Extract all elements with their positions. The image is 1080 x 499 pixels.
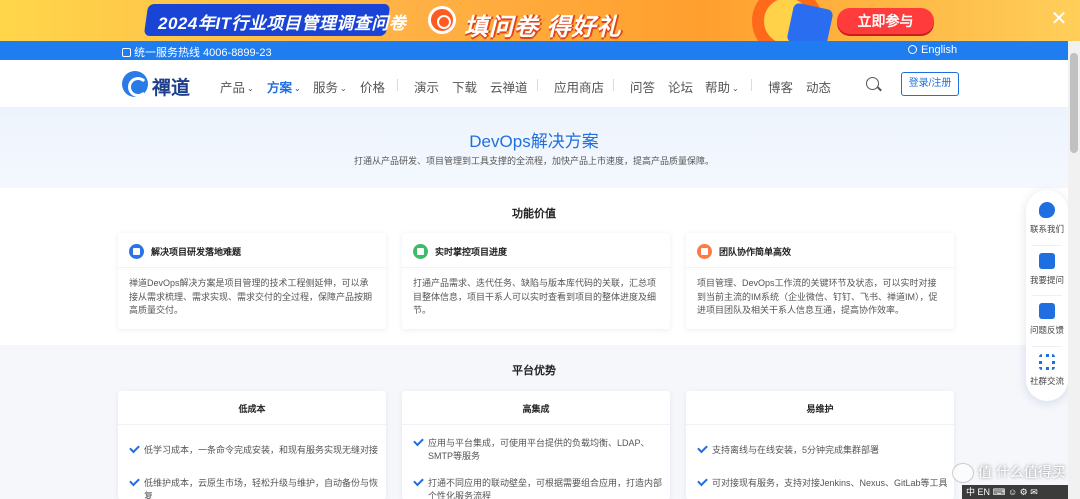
login-register-button[interactable]: 登录/注册 — [901, 72, 959, 96]
advantage-card-title: 低成本 — [238, 404, 266, 414]
service-hotline: 统一服务热线 4006-8899-23 — [122, 44, 272, 60]
team-icon — [697, 244, 712, 259]
ad-banner[interactable]: 2024年IT行业项目管理调查问卷 填问卷 得好礼 立即参与 ✕ — [0, 0, 1080, 41]
hotline-text: 统一服务热线 4006-8899-23 — [134, 47, 272, 59]
float-item-contact[interactable]: 联系我们 — [1026, 194, 1068, 244]
phone-icon — [1039, 202, 1055, 218]
nav-divider — [613, 79, 614, 91]
nav-item-qa[interactable]: 问答 — [630, 77, 655, 96]
divider — [686, 267, 954, 268]
nav-item-forum[interactable]: 论坛 — [668, 77, 693, 96]
watermark-badge-icon — [952, 463, 974, 484]
ime-toolbar: 中 EN ⌨ ☺ ⚙ ✉ — [962, 485, 1068, 499]
advantage-card-title: 易维护 — [806, 404, 834, 414]
logo-mark-icon — [122, 71, 148, 97]
divider — [402, 424, 670, 425]
page-title: DevOps解决方案 — [469, 132, 599, 151]
value-card-title: 解决项目研发落地难题 — [151, 247, 242, 257]
ad-join-button[interactable]: 立即参与 — [837, 8, 934, 34]
check-icon — [129, 475, 140, 487]
main-nav: 禪道 产品 ⌄ 方案 ⌄ 服务 ⌄ 价格 演示 下载 云禅道 应用商店 问答 论坛 帮… — [0, 60, 1068, 108]
close-icon[interactable]: ✕ — [1049, 8, 1069, 30]
top-info-bar: 统一服务热线 4006-8899-23 English — [0, 41, 1068, 60]
value-card: 实时掌控项目进度 打通产品需求、迭代任务、缺陷与版本库代码的关联，汇总项目整体信… — [402, 233, 670, 329]
advantage-item: 可对接现有服务，支持对接Jenkins、Nexus、GitLab等工具 — [697, 475, 948, 490]
ad-title: 2024年IT行业项目管理调查问卷 — [158, 14, 407, 33]
value-card-title: 团队协作简单高效 — [719, 247, 792, 257]
advantage-item: 支持离线与在线安装，5分钟完成集群部署 — [697, 442, 948, 457]
grid-icon — [129, 244, 144, 259]
floating-contact-bar: 联系我们 我要提问 问题反馈 社群交流 — [1026, 190, 1068, 401]
nav-divider — [751, 79, 752, 91]
check-icon — [413, 435, 424, 447]
chevron-down-icon: ⌄ — [247, 84, 254, 93]
nav-item-demo[interactable]: 演示 — [414, 77, 439, 96]
value-card-title: 实时掌控项目进度 — [435, 247, 508, 257]
advantage-card-title: 高集成 — [522, 404, 550, 414]
advantage-item: 应用与平台集成，可使用平台提供的负载均衡、LDAP、SMTP等服务 — [413, 435, 664, 463]
ad-slogan: 填问卷 得好礼 — [464, 14, 622, 41]
nav-divider — [537, 79, 538, 91]
logo-text: 禪道 — [152, 78, 191, 99]
edit-icon — [1039, 253, 1055, 269]
nav-item-service[interactable]: 服务 ⌄ — [313, 77, 347, 96]
nav-item-solution[interactable]: 方案 ⌄ — [267, 77, 301, 96]
watermark: 值 什么值得买 — [952, 462, 1066, 486]
divider — [118, 267, 386, 268]
language-switch[interactable]: English — [908, 44, 957, 56]
chevron-down-icon: ⌄ — [340, 84, 347, 93]
float-item-ask[interactable]: 我要提问 — [1026, 245, 1068, 295]
site-logo[interactable]: 禪道 — [122, 70, 200, 99]
advantage-item: 打通不同应用的联动壁垒，可根据需要组合应用，打造内部个性化服务流程 — [413, 475, 664, 499]
chevron-down-icon: ⌄ — [732, 84, 739, 93]
nav-item-blog[interactable]: 博客 — [768, 77, 793, 96]
progress-icon — [413, 244, 428, 259]
float-item-community[interactable]: 社群交流 — [1026, 346, 1068, 396]
globe-icon — [908, 45, 917, 54]
value-card-header: 实时掌控项目进度 — [413, 244, 507, 260]
check-icon — [697, 475, 708, 487]
section-title-advantage: 平台优势 — [512, 365, 556, 377]
advantage-card: 低成本 低学习成本，一条命令完成安装，和现有服务实现无缝对接 低维护成本，云原生… — [118, 391, 386, 499]
nav-item-product[interactable]: 产品 ⌄ — [220, 77, 254, 96]
divider — [118, 424, 386, 425]
page-subtitle: 打通从产品研发、项目管理到工具支撑的全流程，加快产品上市速度，提高产品质量保障。 — [353, 156, 714, 166]
qrcode-icon — [1039, 354, 1055, 370]
check-icon — [129, 442, 140, 454]
nav-item-app-store[interactable]: 应用商店 — [554, 77, 604, 96]
value-card-body: 项目管理、DevOps工作流的关键环节及状态，可以实时对接到当前主流的IM系统（… — [697, 278, 938, 315]
check-icon — [697, 442, 708, 454]
value-card: 解决项目研发落地难题 禅道DevOps解决方案是项目管理的技术工程侧延伸，可以承… — [118, 233, 386, 329]
value-card-header: 解决项目研发落地难题 — [129, 244, 241, 260]
value-card-body: 打通产品需求、迭代任务、缺陷与版本库代码的关联，汇总项目整体信息，项目干系人可以… — [413, 278, 657, 315]
language-label[interactable]: English — [921, 44, 957, 56]
section-title-value: 功能价值 — [512, 208, 556, 220]
survey-logo-icon — [428, 6, 456, 34]
hero-banner: DevOps解决方案 打通从产品研发、项目管理到工具支撑的全流程，加快产品上市速… — [0, 108, 1068, 188]
value-card-body: 禅道DevOps解决方案是项目管理的技术工程侧延伸，可以承接从需求梳理、需求实现… — [129, 278, 373, 315]
nav-item-news[interactable]: 动态 — [806, 77, 831, 96]
chevron-down-icon: ⌄ — [294, 84, 301, 93]
advantage-card: 高集成 应用与平台集成，可使用平台提供的负载均衡、LDAP、SMTP等服务 打通… — [402, 391, 670, 499]
value-card: 团队协作简单高效 项目管理、DevOps工作流的关键环节及状态，可以实时对接到当… — [686, 233, 954, 329]
page-scrollbar[interactable] — [1068, 41, 1080, 499]
search-icon[interactable] — [866, 77, 879, 90]
float-item-feedback[interactable]: 问题反馈 — [1026, 295, 1068, 345]
nav-item-cloud[interactable]: 云禅道 — [490, 77, 528, 96]
ad-decoration-block — [786, 2, 834, 41]
divider — [402, 267, 670, 268]
scrollbar-thumb[interactable] — [1070, 53, 1078, 153]
nav-item-help[interactable]: 帮助 ⌄ — [705, 77, 739, 96]
advantage-item: 低维护成本，云原生市场，轻松升级与维护，自动备份与恢复 — [129, 475, 380, 499]
value-card-header: 团队协作简单高效 — [697, 244, 791, 260]
nav-divider — [397, 79, 398, 91]
advantage-item: 低学习成本，一条命令完成安装，和现有服务实现无缝对接 — [129, 442, 380, 457]
divider — [686, 424, 954, 425]
nav-item-download[interactable]: 下载 — [452, 77, 477, 96]
check-icon — [413, 475, 424, 487]
advantage-card: 易维护 支持离线与在线安装，5分钟完成集群部署 可对接现有服务，支持对接Jenk… — [686, 391, 954, 499]
phone-icon — [122, 48, 131, 57]
feedback-icon — [1039, 303, 1055, 319]
nav-item-pricing[interactable]: 价格 — [360, 77, 385, 96]
